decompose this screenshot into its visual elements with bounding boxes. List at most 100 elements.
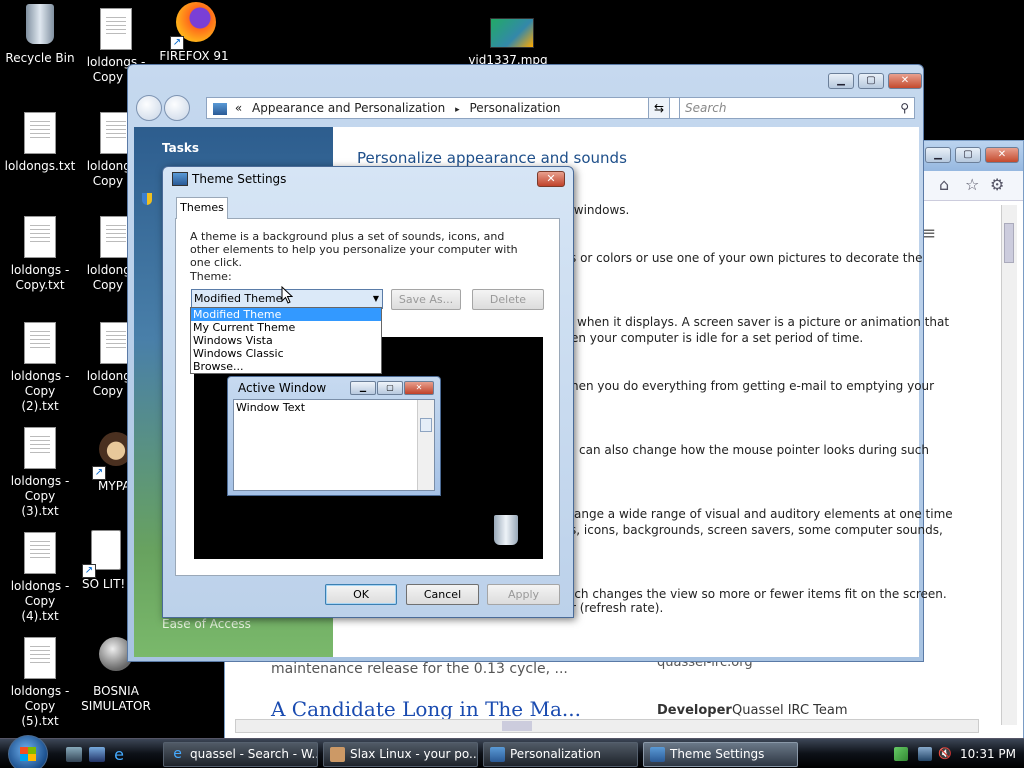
control-panel-icon	[213, 102, 227, 115]
desktop-icon-label: loldongs - Copy (3).txt	[10, 474, 70, 518]
tab-themes[interactable]: Themes	[176, 197, 228, 219]
slax-icon	[330, 747, 345, 762]
desktop-icon-label: loldongs - Copy.txt	[10, 263, 70, 292]
taskbar-button-label: Slax Linux - your po...	[350, 747, 478, 761]
horizontal-scrollbar[interactable]	[235, 719, 979, 733]
theme-option[interactable]: Browse...	[191, 360, 381, 373]
scroll-thumb[interactable]	[502, 721, 532, 731]
close-button[interactable]: ✕	[537, 171, 565, 187]
desktop-icon-firefox[interactable]: ↗ FIREFOX 91	[154, 2, 234, 61]
taskbar-button-personalization[interactable]: Personalization	[483, 742, 638, 767]
theme-option[interactable]: My Current Theme	[191, 321, 381, 334]
back-button[interactable]	[136, 95, 162, 121]
taskbar-button-theme-settings[interactable]: Theme Settings	[643, 742, 798, 767]
desktop-icon-label: BOSNIA SIMULATOR	[81, 684, 151, 713]
breadcrumb-appearance[interactable]: Appearance and Personalization	[252, 101, 445, 115]
shortcut-arrow-icon: ↗	[170, 36, 184, 50]
ease-of-access-link[interactable]: Ease of Access	[162, 617, 251, 631]
theme-description: A theme is a background plus a set of so…	[190, 230, 518, 269]
text-file-icon	[24, 216, 56, 258]
preview-window-text: Window Text	[236, 401, 306, 414]
tasks-heading: Tasks	[162, 141, 200, 155]
preview-window-body: Window Text	[233, 399, 435, 491]
desktop-icon-label: loldongs.txt	[4, 159, 76, 173]
video-file-icon	[490, 18, 534, 50]
scroll-thumb[interactable]	[1004, 223, 1014, 263]
playing-cards-icon: ↗	[82, 530, 124, 578]
maximize-button[interactable]: ▢	[955, 147, 981, 163]
mouse-cursor-icon	[281, 286, 293, 304]
scroll-thumb	[420, 418, 432, 432]
text-file-icon	[24, 532, 56, 574]
desktop-icon-file[interactable]: loldongs - Copy.txt	[0, 216, 80, 293]
shortcut-arrow-icon: ↗	[92, 466, 106, 480]
chevron-down-icon[interactable]: ▼	[373, 290, 379, 308]
taskbar-button-slax[interactable]: Slax Linux - your po...	[323, 742, 478, 767]
result-link[interactable]: A Candidate Long in The Ma...	[271, 697, 581, 721]
page-heading: Personalize appearance and sounds	[357, 149, 627, 167]
refresh-button[interactable]: ⇆	[648, 97, 670, 119]
show-desktop-icon[interactable]	[66, 747, 82, 762]
dialog-title: Theme Settings	[192, 172, 287, 186]
volume-muted-icon[interactable]: 🔇	[938, 747, 952, 761]
taskbar-button-label: Personalization	[510, 747, 601, 761]
network-icon[interactable]	[894, 747, 908, 761]
taskbar-button-quassel[interactable]: e quassel - Search - W...	[163, 742, 318, 767]
theme-label: Theme:	[190, 270, 232, 283]
desktop-icon-file[interactable]: loldongs - Copy (2).txt	[0, 322, 80, 414]
home-icon[interactable]: ⌂	[939, 175, 949, 194]
cancel-button[interactable]: Cancel	[406, 584, 479, 605]
theme-settings-dialog[interactable]: Theme Settings ✕ Themes A theme is a bac…	[162, 166, 574, 618]
search-icon[interactable]: ⚲	[900, 98, 909, 118]
search-input[interactable]: Search ⚲	[679, 97, 915, 119]
switch-windows-icon[interactable]	[89, 747, 105, 762]
forward-button[interactable]	[164, 95, 190, 121]
minimize-button[interactable]: ▁	[925, 147, 951, 163]
theme-dropdown-list[interactable]: Modified Theme My Current Theme Windows …	[190, 307, 382, 374]
theme-option[interactable]: Modified Theme	[191, 308, 381, 321]
preview-window-title: Active Window	[238, 381, 327, 395]
theme-option[interactable]: Windows Vista	[191, 334, 381, 347]
preview-window: Active Window ▁ ▢ ✕ Window Text	[227, 376, 441, 496]
close-button[interactable]: ✕	[888, 73, 922, 89]
clock[interactable]: 10:31 PM	[960, 739, 1016, 768]
display-settings-icon[interactable]	[918, 747, 932, 761]
display-icon	[650, 747, 665, 762]
search-placeholder: Search	[685, 101, 727, 115]
desktop-icon-file[interactable]: loldongs.txt	[0, 112, 80, 174]
vertical-scrollbar[interactable]	[1001, 205, 1017, 725]
description-text: s, icons, backgrounds, screen savers, so…	[570, 523, 943, 537]
taskbar-button-label: Theme Settings	[670, 747, 765, 761]
delete-button[interactable]: Delete	[472, 289, 544, 310]
save-as-button[interactable]: Save As...	[391, 289, 461, 310]
close-button[interactable]: ✕	[985, 147, 1019, 163]
desktop-icon-label: FIREFOX 91	[159, 49, 229, 61]
taskbar-button-label: quassel - Search - W...	[190, 747, 318, 761]
start-button[interactable]	[8, 735, 48, 768]
desktop-icon-video[interactable]: vid1337.mpg	[468, 18, 548, 65]
breadcrumb-separator[interactable]: ▸	[455, 105, 460, 115]
desktop-icon-label: loldongs - Copy (4).txt	[10, 579, 70, 623]
star-icon[interactable]: ☆	[965, 175, 979, 194]
breadcrumb-overflow[interactable]: «	[235, 101, 242, 115]
desktop-icon-label: loldongs - Copy (5).txt	[10, 684, 70, 728]
desktop-icon-recycle-bin[interactable]: Recycle Bin	[0, 4, 80, 66]
ok-button[interactable]: OK	[325, 584, 397, 605]
description-text: ange a wide range of visual and auditory…	[574, 507, 953, 521]
recycle-bin-icon	[22, 4, 58, 48]
desktop-icon-file[interactable]: loldongs - Copy (3).txt	[0, 427, 80, 519]
apply-button[interactable]: Apply	[487, 584, 560, 605]
maximize-button[interactable]: ▢	[858, 73, 884, 89]
internet-explorer-icon[interactable]: e	[111, 747, 127, 763]
control-panel-icon	[490, 747, 505, 762]
desktop-icon-file[interactable]: loldongs - Copy (5).txt	[0, 637, 80, 729]
theme-option[interactable]: Windows Classic	[191, 347, 381, 360]
gear-icon[interactable]: ⚙	[990, 175, 1004, 194]
themes-panel: A theme is a background plus a set of so…	[175, 218, 560, 576]
breadcrumb-personalization[interactable]: Personalization	[469, 101, 560, 115]
minimize-button[interactable]: ▁	[828, 73, 854, 89]
description-text: when it displays. A screen saver is a pi…	[577, 315, 950, 329]
text-file-icon	[24, 637, 56, 679]
maximize-icon: ▢	[377, 381, 403, 395]
description-text: en your computer is idle for a set perio…	[571, 331, 864, 345]
